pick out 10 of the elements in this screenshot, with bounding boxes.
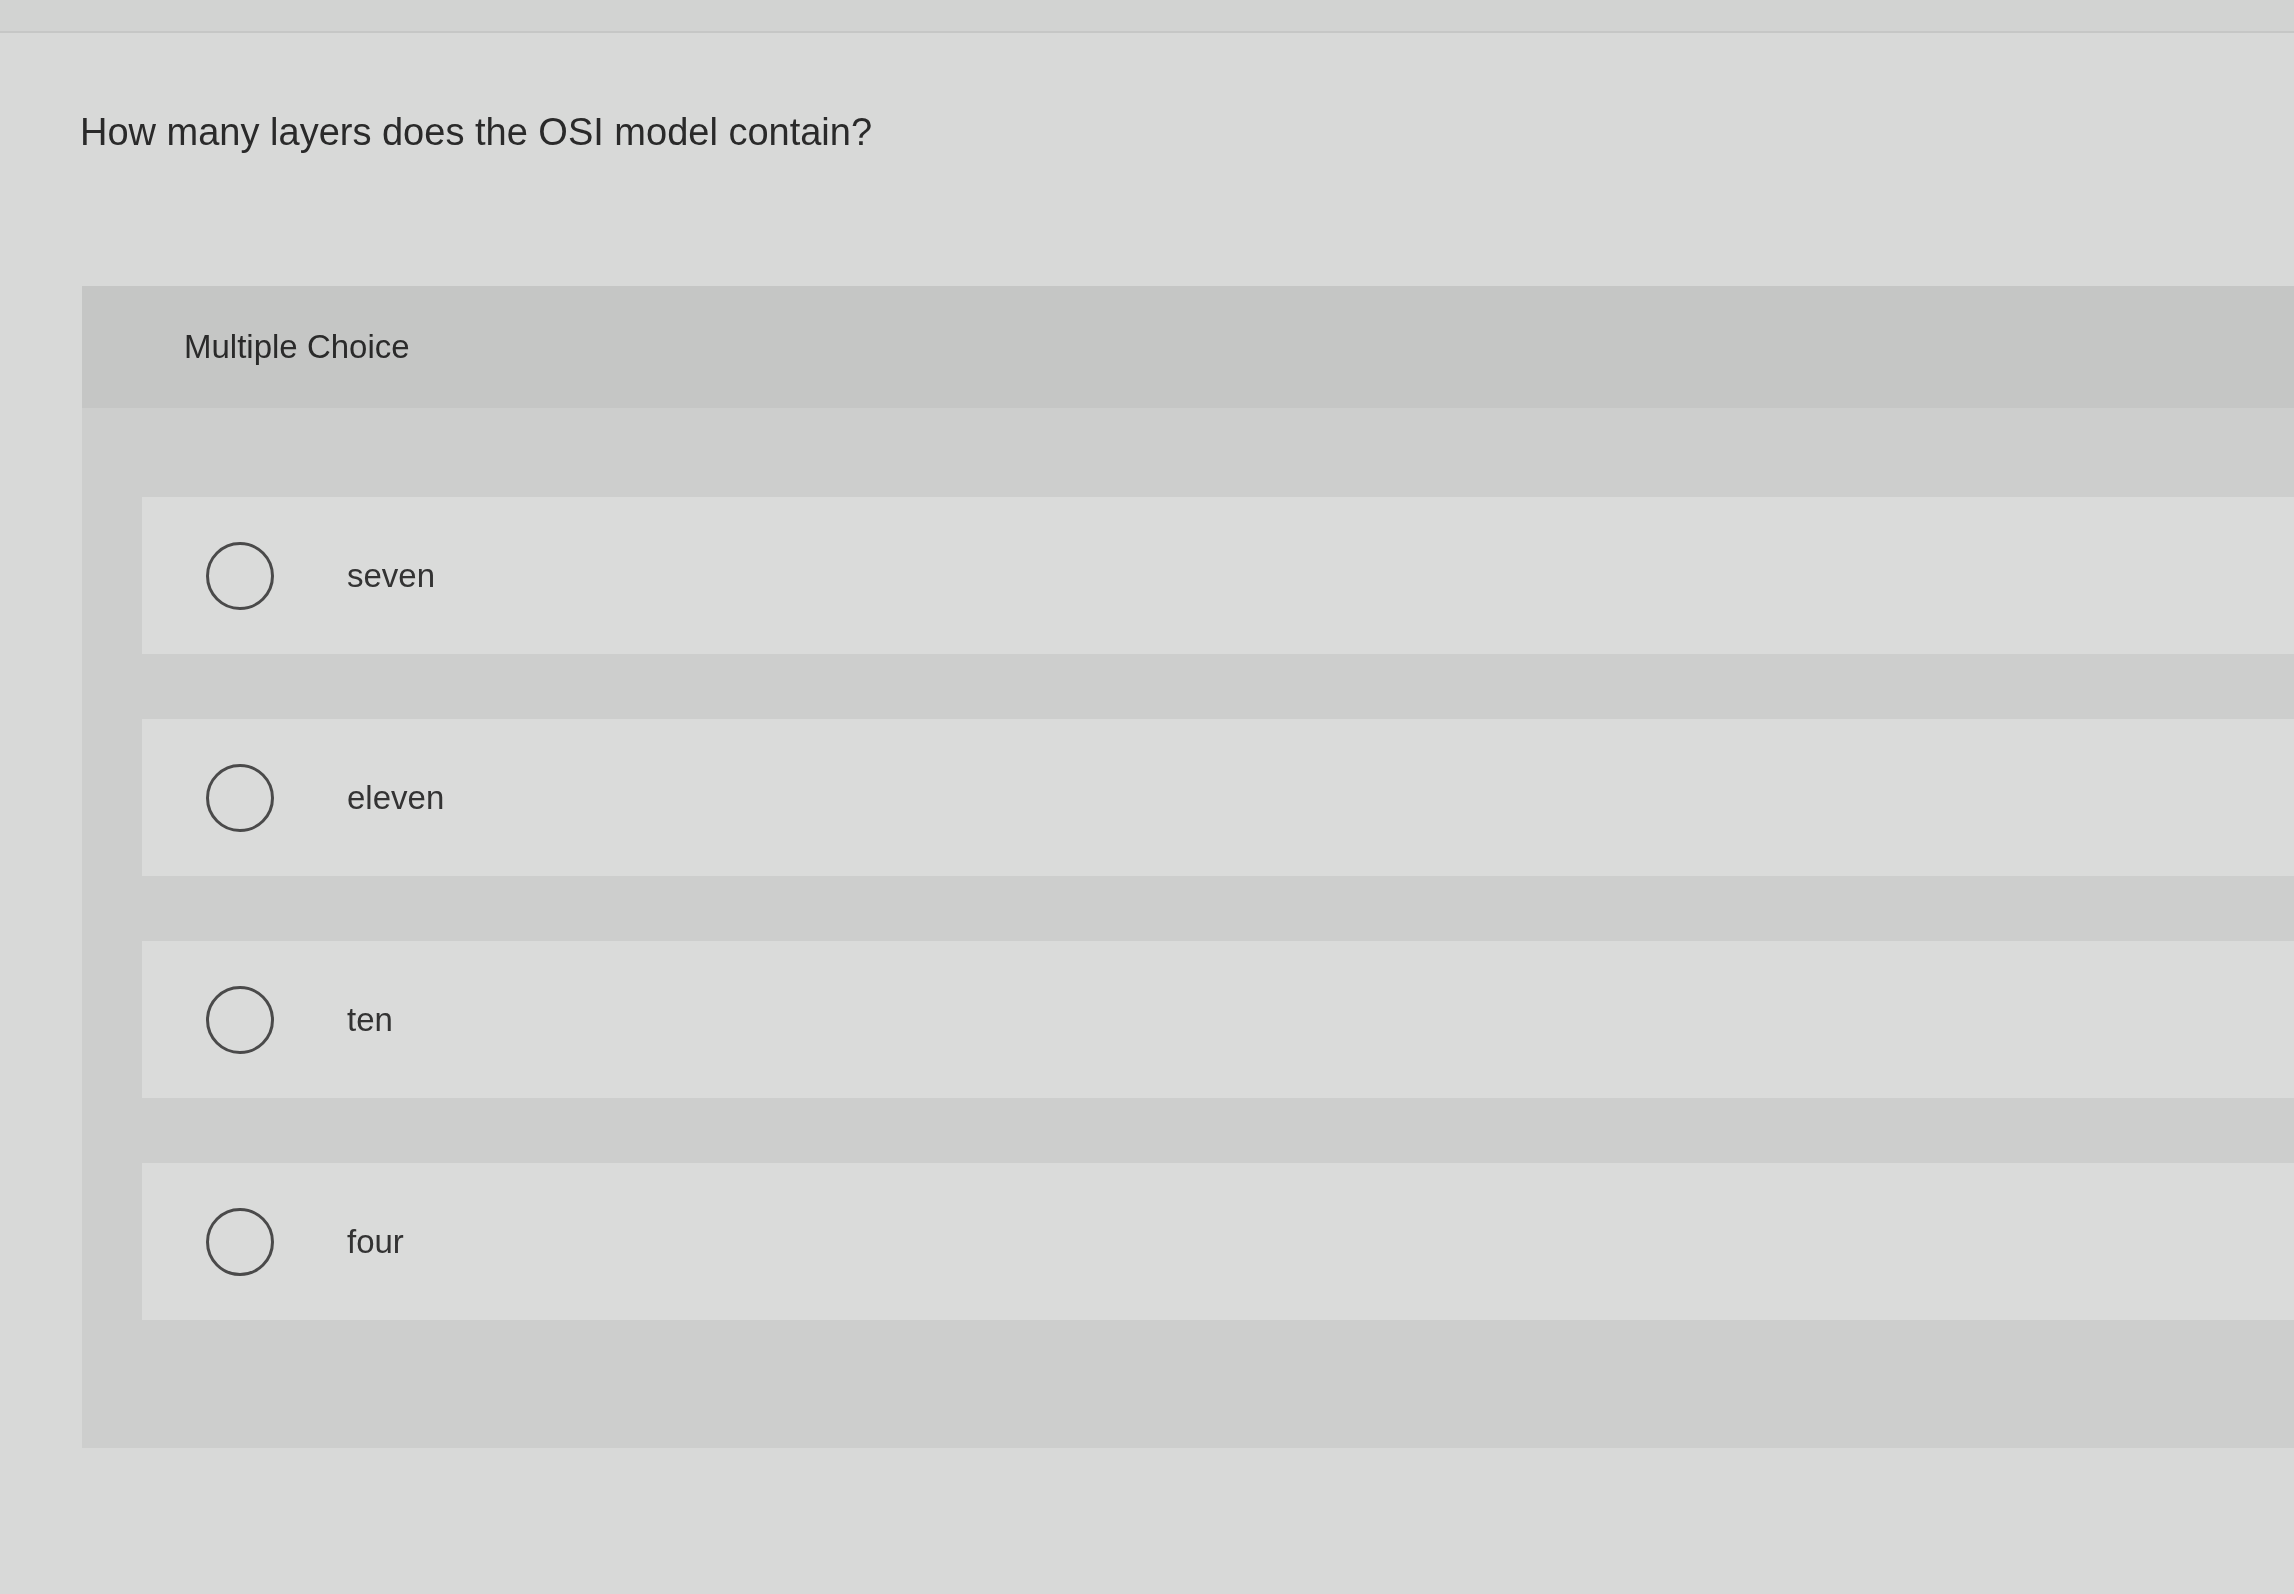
answer-option[interactable]: ten bbox=[142, 941, 2294, 1098]
radio-button[interactable] bbox=[206, 541, 274, 610]
radio-button[interactable] bbox=[206, 985, 274, 1054]
question-text: How many layers does the OSI model contain? bbox=[80, 110, 874, 155]
question-type-label: Multiple Choice bbox=[184, 328, 410, 366]
radio-button[interactable] bbox=[206, 763, 274, 832]
answer-option[interactable]: seven bbox=[142, 497, 2294, 654]
radio-button[interactable] bbox=[206, 1207, 274, 1276]
answer-option[interactable]: eleven bbox=[142, 719, 2294, 876]
answer-option[interactable]: four bbox=[142, 1163, 2294, 1320]
